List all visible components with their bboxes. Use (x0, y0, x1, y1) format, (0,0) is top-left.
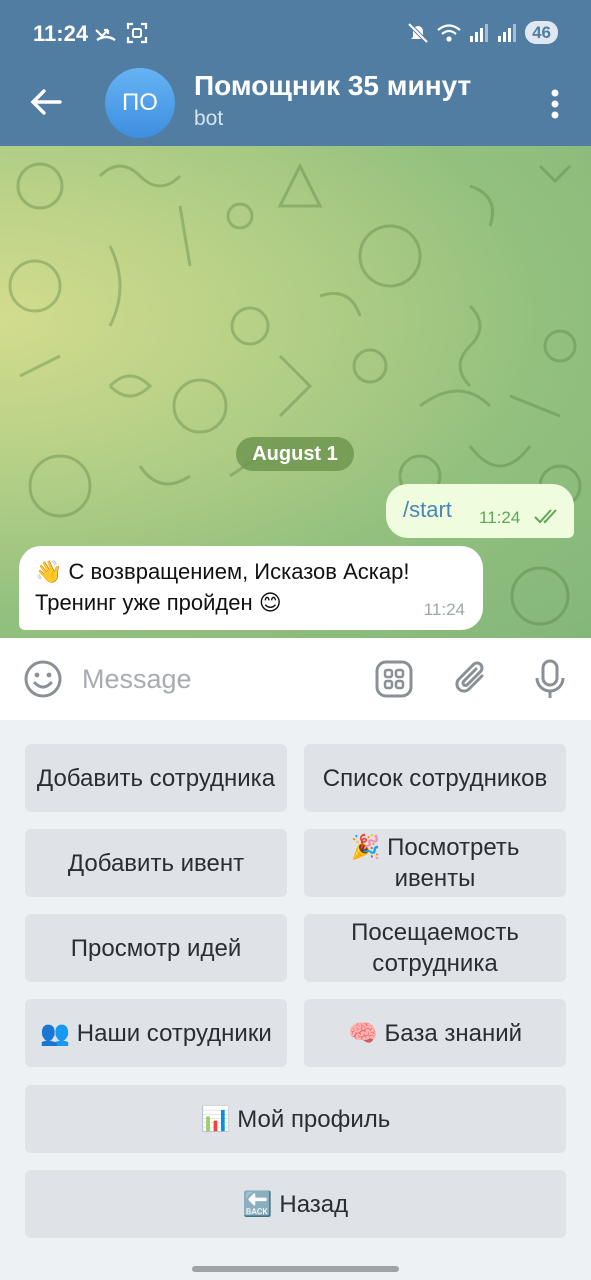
chat-title[interactable]: Помощник 35 минут (194, 70, 471, 102)
emoji-icon[interactable] (22, 658, 64, 700)
missed-call-icon (95, 28, 116, 42)
double-check-icon (534, 509, 557, 524)
mute-icon (407, 22, 429, 43)
message-input-bar (0, 638, 591, 720)
knowledge-base-button[interactable]: 🧠 База знаний (304, 999, 566, 1067)
date-separator: August 1 (236, 437, 354, 471)
our-employees-button[interactable]: 👥 Наши сотрудники (25, 999, 287, 1067)
add-employee-button[interactable]: Добавить сотрудника (25, 744, 287, 812)
employee-list-button[interactable]: Список сотрудников (304, 744, 566, 812)
microphone-icon[interactable] (532, 658, 568, 700)
battery-level: 46 (525, 21, 558, 44)
incoming-message[interactable]: 👋 С возвращением, Исказов Аскар! Тренинг… (19, 546, 483, 630)
wifi-icon (437, 23, 461, 42)
add-event-button[interactable]: Добавить ивент (25, 829, 287, 897)
outgoing-message-time: 11:24 (479, 508, 521, 527)
view-events-button[interactable]: 🎉 Посмотреть ивенты (304, 829, 566, 897)
outgoing-message-text[interactable]: /start (403, 497, 452, 523)
my-profile-button[interactable]: 📊 Мой профиль (25, 1085, 566, 1153)
screenshot-icon (126, 22, 148, 44)
message-input[interactable] (82, 660, 342, 698)
status-right-icons: 46 (407, 21, 558, 44)
chat-subtitle: bot (194, 107, 224, 130)
back-arrow-icon[interactable] (26, 82, 66, 122)
attach-icon[interactable] (452, 658, 492, 700)
attendance-button[interactable]: Посещаемость сотрудника (304, 914, 566, 982)
incoming-message-line2: Тренинг уже пройден 😊 (35, 590, 282, 615)
outgoing-message[interactable]: /start 11:24 (386, 484, 574, 538)
back-button[interactable]: 🔙 Назад (25, 1170, 566, 1238)
status-time: 11:24 (33, 21, 89, 46)
bot-keyboard-icon[interactable] (374, 659, 414, 699)
incoming-message-time: 11:24 (423, 600, 465, 619)
status-left-icons (94, 22, 148, 44)
signal-icon (470, 23, 489, 42)
view-ideas-button[interactable]: Просмотр идей (25, 914, 287, 982)
bot-reply-keyboard: Добавить сотрудника Список сотрудников Д… (0, 720, 591, 1280)
signal-icon-2 (498, 23, 517, 42)
status-bar: 11:24 46 (0, 0, 591, 60)
chat-area: August 1 /start 11:24 👋 С возвращением, … (0, 146, 591, 638)
incoming-message-line1: 👋 С возвращением, Исказов Аскар! (35, 559, 410, 584)
chat-header: ПО Помощник 35 минут bot (0, 60, 591, 146)
more-menu-icon[interactable] (547, 84, 563, 124)
avatar[interactable]: ПО (105, 68, 175, 138)
navigation-handle[interactable] (192, 1266, 399, 1272)
